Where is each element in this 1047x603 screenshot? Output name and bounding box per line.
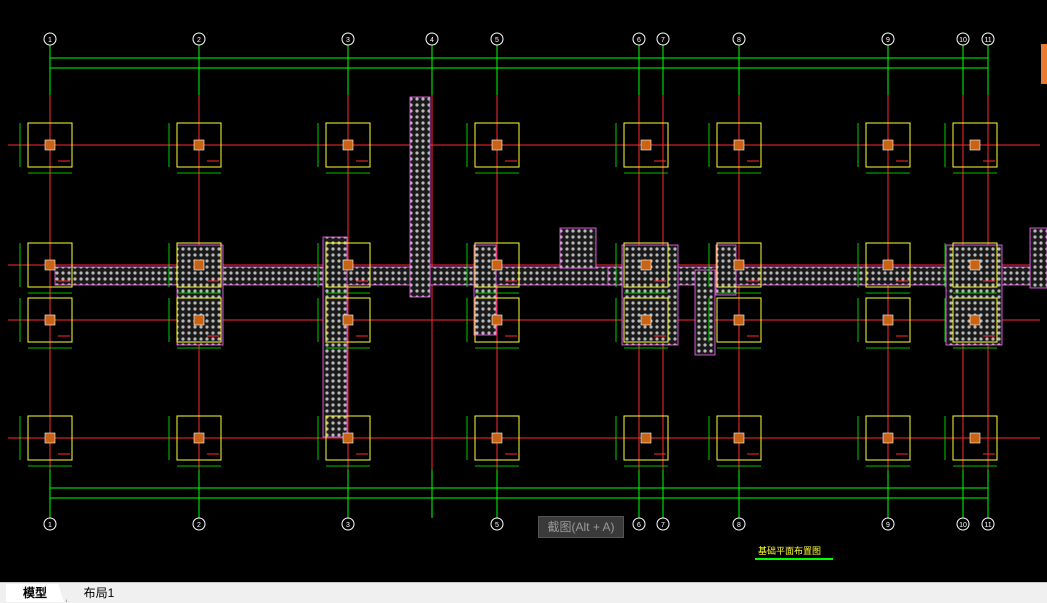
cad-drawing-canvas[interactable]: 1 2 3 4 5 6 7 8 9 10 11 1 2 3 5 6 7 8 9 10 11 基础平面布置图 (0, 0, 1047, 582)
column-pier (733, 259, 745, 271)
column-pier (44, 432, 56, 444)
column-pier (342, 259, 354, 271)
axis-label-bottom: 8 (737, 522, 741, 529)
column-pier (882, 139, 894, 151)
column-pier (640, 139, 652, 151)
axis-label-bottom: 9 (886, 522, 890, 529)
axis-label-top: 3 (346, 37, 350, 44)
column-pier (342, 139, 354, 151)
column-pier (193, 139, 205, 151)
axis-label-bottom: 11 (984, 522, 991, 529)
column-pier (44, 259, 56, 271)
column-pier (882, 432, 894, 444)
column-pier (733, 314, 745, 326)
column-pier (491, 259, 503, 271)
foundation-beam (694, 269, 716, 356)
axis-label-bottom: 3 (346, 522, 350, 529)
column-pier (342, 314, 354, 326)
column-pier (44, 314, 56, 326)
column-pier (969, 139, 981, 151)
axis-label-top: 10 (959, 37, 967, 44)
foundation-beam (54, 266, 656, 286)
axis-label-top: 2 (197, 37, 201, 44)
axis-label-bottom: 7 (661, 522, 665, 529)
column-pier (733, 139, 745, 151)
axis-label-bottom: 6 (637, 522, 641, 529)
column-pier (882, 314, 894, 326)
tab-layout1[interactable]: 布局1 (66, 584, 131, 602)
column-pier (491, 314, 503, 326)
column-pier (193, 259, 205, 271)
column-pier (342, 432, 354, 444)
tab-model[interactable]: 模型 (6, 584, 64, 602)
column-pier (193, 432, 205, 444)
column-pier (44, 139, 56, 151)
axis-label-bottom: 2 (197, 522, 201, 529)
column-pier (969, 314, 981, 326)
column-pier (193, 314, 205, 326)
axis-label-top: 7 (661, 37, 665, 44)
scroll-indicator[interactable] (1041, 44, 1047, 84)
axis-label-top: 8 (737, 37, 741, 44)
column-pier (491, 432, 503, 444)
column-pier (969, 432, 981, 444)
axis-label-top: 9 (886, 37, 890, 44)
axis-label-bottom: 1 (48, 522, 52, 529)
foundation-plan-drawing: 1 2 3 4 5 6 7 8 9 10 111 2 3 5 6 7 8 9 10 11基础平面布置图 (8, 32, 1047, 560)
foundation-beam (559, 227, 597, 269)
axis-label-top: 11 (984, 37, 991, 44)
column-pier (640, 259, 652, 271)
foundation-beam (1029, 227, 1047, 289)
axis-label-top: 4 (430, 37, 434, 44)
column-pier (640, 314, 652, 326)
drawing-title: 基础平面布置图 (758, 545, 821, 556)
column-pier (969, 259, 981, 271)
axis-label-bottom: 5 (495, 522, 499, 529)
foundation-beam (409, 96, 431, 298)
screenshot-tooltip: 截图(Alt + A) (538, 516, 624, 538)
column-pier (491, 139, 503, 151)
axis-label-bottom: 10 (959, 522, 967, 529)
column-pier (640, 432, 652, 444)
column-pier (882, 259, 894, 271)
axis-label-top: 5 (495, 37, 499, 44)
layout-tab-bar: 模型 布局1 (0, 582, 1047, 603)
axis-label-top: 1 (48, 37, 52, 44)
column-pier (733, 432, 745, 444)
axis-label-top: 6 (637, 37, 641, 44)
